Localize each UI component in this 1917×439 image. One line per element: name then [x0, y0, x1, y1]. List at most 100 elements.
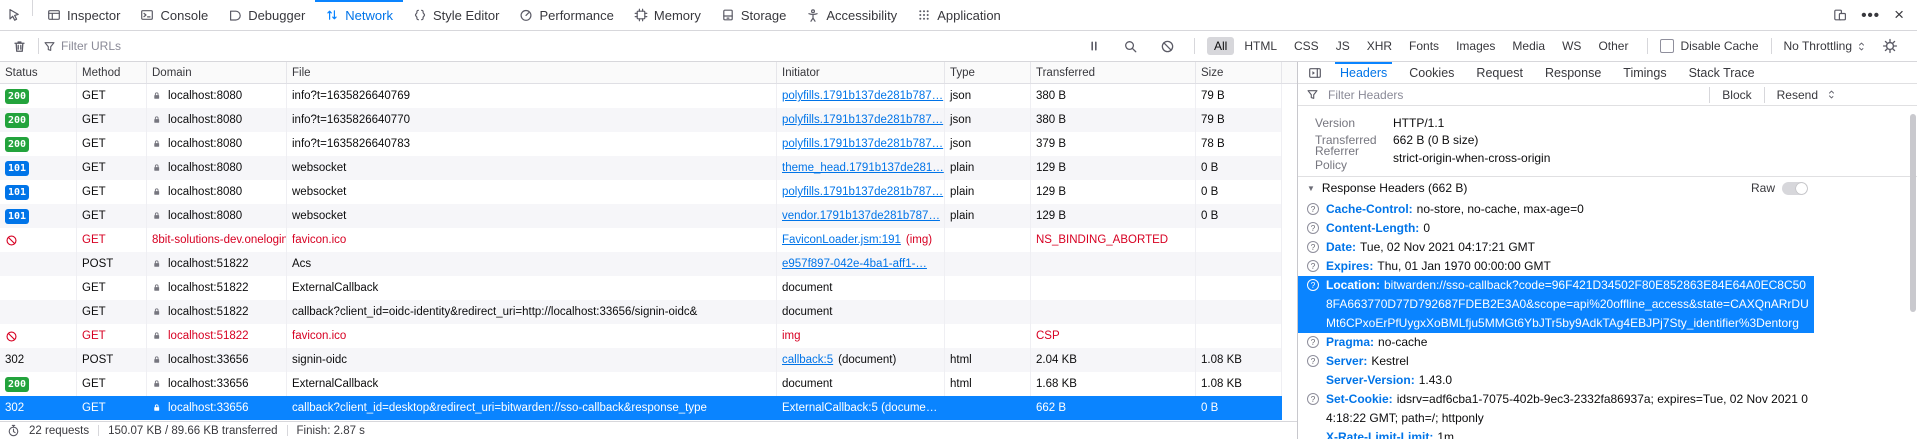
tab-performance[interactable]: Performance	[509, 0, 623, 30]
response-header-row[interactable]: ?Content-Length:0	[1298, 219, 1814, 238]
request-row[interactable]: 200GETlocalhost:8080info?t=1635826640783…	[0, 132, 1282, 156]
filter-images[interactable]: Images	[1449, 37, 1502, 55]
request-row[interactable]: 302POSTlocalhost:33656signin-oidccallbac…	[0, 348, 1282, 372]
help-icon[interactable]: ?	[1307, 393, 1319, 405]
tab-application[interactable]: Application	[907, 0, 1011, 30]
responsive-design-mode-button[interactable]	[1826, 0, 1854, 30]
pause-log-button[interactable]	[1080, 39, 1108, 53]
response-headers-section-header[interactable]: ▼ Response Headers (662 B) Raw	[1298, 176, 1917, 200]
disable-cache-control[interactable]: Disable Cache	[1660, 39, 1758, 53]
detail-tab-response[interactable]: Response	[1534, 62, 1612, 83]
request-row[interactable]: 101GETlocalhost:8080websocketpolyfills.1…	[0, 180, 1282, 204]
filter-css[interactable]: CSS	[1287, 37, 1326, 55]
column-header-initiator[interactable]: Initiator	[777, 62, 945, 83]
meatball-menu-button[interactable]: •••	[1854, 0, 1887, 30]
initiator-link[interactable]: vendor.1791b137de281b787…	[782, 210, 940, 222]
request-row[interactable]: POSTlocalhost:51822Acse957f897-042e-4ba1…	[0, 252, 1282, 276]
initiator-link[interactable]: polyfills.1791b137de281b787…	[782, 114, 943, 126]
header-value: Tue, 02 Nov 2021 04:17:21 GMT	[1360, 240, 1535, 254]
tab-console[interactable]: Console	[130, 0, 218, 30]
initiator-link[interactable]: polyfills.1791b137de281b787…	[782, 186, 943, 198]
initiator-link[interactable]: theme_head.1791b137de281…	[782, 162, 944, 174]
block-url-button[interactable]: Block	[1722, 88, 1751, 102]
split-panel-toggle-button[interactable]	[1301, 62, 1329, 83]
performance-analysis-icon[interactable]	[7, 424, 20, 437]
response-header-row[interactable]: ?Pragma:no-cache	[1298, 333, 1814, 352]
detail-tab-request[interactable]: Request	[1465, 62, 1534, 83]
response-header-row[interactable]: X-Rate-Limit-Limit:1m	[1298, 428, 1814, 439]
tab-memory[interactable]: Memory	[624, 0, 711, 30]
request-row[interactable]: GET8bit-solutions-dev.onelogin….favicon.…	[0, 228, 1282, 252]
column-header-method[interactable]: Method	[77, 62, 147, 83]
detail-tab-headers[interactable]: Headers	[1329, 62, 1398, 83]
column-header-file[interactable]: File	[287, 62, 777, 83]
response-header-row[interactable]: ?Cache-Control:no-store, no-cache, max-a…	[1298, 200, 1814, 219]
help-icon[interactable]: ?	[1307, 203, 1319, 215]
raw-toggle[interactable]	[1782, 182, 1808, 195]
initiator-link[interactable]: e957f897-042e-4ba1-aff1-…	[782, 258, 927, 270]
clear-requests-button[interactable]	[5, 39, 34, 54]
help-icon[interactable]: ?	[1307, 355, 1319, 367]
disable-cache-checkbox[interactable]	[1660, 39, 1674, 53]
help-icon[interactable]: ?	[1307, 222, 1319, 234]
filter-urls-input[interactable]: Filter URLs	[61, 39, 121, 53]
details-scrollbar[interactable]	[1910, 114, 1916, 312]
tab-network[interactable]: Network	[315, 0, 403, 30]
initiator-link[interactable]: polyfills.1791b137de281b787…	[782, 138, 943, 150]
filter-html[interactable]: HTML	[1237, 37, 1284, 55]
filter-ws[interactable]: WS	[1555, 37, 1588, 55]
search-button[interactable]	[1116, 39, 1145, 54]
resend-button[interactable]: Resend	[1777, 88, 1818, 102]
request-row[interactable]: GETlocalhost:51822favicon.icoimgCSP	[0, 324, 1282, 348]
initiator-link[interactable]: callback:5	[782, 354, 833, 366]
response-header-row[interactable]: Server-Version:1.43.0	[1298, 371, 1814, 390]
request-row[interactable]: 101GETlocalhost:8080websocketvendor.1791…	[0, 204, 1282, 228]
tab-debugger[interactable]: Debugger	[218, 0, 315, 30]
filter-js[interactable]: JS	[1329, 37, 1357, 55]
detail-tab-stack-trace[interactable]: Stack Trace	[1678, 62, 1766, 83]
request-row[interactable]: 200GETlocalhost:33656ExternalCallbackdoc…	[0, 372, 1282, 396]
request-row[interactable]: 200GETlocalhost:8080info?t=1635826640770…	[0, 108, 1282, 132]
response-header-row[interactable]: ?Expires:Thu, 01 Jan 1970 00:00:00 GMT	[1298, 257, 1814, 276]
filter-headers-input[interactable]: Filter Headers	[1328, 88, 1403, 102]
tab-inspector[interactable]: Inspector	[37, 0, 130, 30]
column-header-size[interactable]: Size	[1196, 62, 1282, 83]
filter-icon	[1306, 88, 1319, 101]
help-icon[interactable]: ?	[1307, 336, 1319, 348]
help-icon[interactable]: ?	[1307, 260, 1319, 272]
help-icon[interactable]: ?	[1307, 241, 1319, 253]
network-settings-button[interactable]	[1875, 38, 1905, 54]
tab-style-editor[interactable]: Style Editor	[403, 0, 509, 30]
filter-all[interactable]: All	[1207, 37, 1234, 55]
help-icon[interactable]: ?	[1307, 279, 1319, 291]
request-cell: 200	[0, 84, 77, 108]
response-header-row[interactable]: ?Date:Tue, 02 Nov 2021 04:17:21 GMT	[1298, 238, 1814, 257]
filter-xhr[interactable]: XHR	[1360, 37, 1399, 55]
detail-tab-cookies[interactable]: Cookies	[1398, 62, 1465, 83]
response-header-row[interactable]: ?Set-Cookie:idsrv=adf6cba1-7075-402b-9ec…	[1298, 390, 1814, 428]
filter-other[interactable]: Other	[1591, 37, 1635, 55]
response-header-row[interactable]: ?Location:bitwarden://sso-callback?code=…	[1298, 276, 1814, 333]
request-row[interactable]: 101GETlocalhost:8080websockettheme_head.…	[0, 156, 1282, 180]
request-row[interactable]: GETlocalhost:51822callback?client_id=oid…	[0, 300, 1282, 324]
detail-tab-timings[interactable]: Timings	[1612, 62, 1677, 83]
column-header-status[interactable]: Status	[0, 62, 77, 83]
block-requests-button[interactable]	[1153, 39, 1182, 54]
throttling-select[interactable]: No Throttling	[1784, 39, 1867, 53]
node-picker-button[interactable]	[0, 0, 28, 30]
request-row[interactable]: GETlocalhost:51822ExternalCallbackdocume…	[0, 276, 1282, 300]
request-row[interactable]: 302GETlocalhost:33656callback?client_id=…	[0, 396, 1282, 420]
response-header-row[interactable]: ?Server:Kestrel	[1298, 352, 1814, 371]
filter-media[interactable]: Media	[1505, 37, 1552, 55]
column-header-domain[interactable]: Domain	[147, 62, 287, 83]
collapse-caret-icon[interactable]: ▼	[1307, 184, 1315, 193]
close-devtools-button[interactable]: ×	[1887, 0, 1911, 30]
column-header-type[interactable]: Type	[945, 62, 1031, 83]
column-header-transferred[interactable]: Transferred	[1031, 62, 1196, 83]
request-row[interactable]: 200GETlocalhost:8080info?t=1635826640769…	[0, 84, 1282, 108]
tab-storage[interactable]: Storage	[711, 0, 797, 30]
initiator-link[interactable]: polyfills.1791b137de281b787…	[782, 90, 943, 102]
initiator-link[interactable]: FaviconLoader.jsm:191	[782, 234, 901, 246]
tab-accessibility[interactable]: Accessibility	[796, 0, 907, 30]
filter-fonts[interactable]: Fonts	[1402, 37, 1446, 55]
